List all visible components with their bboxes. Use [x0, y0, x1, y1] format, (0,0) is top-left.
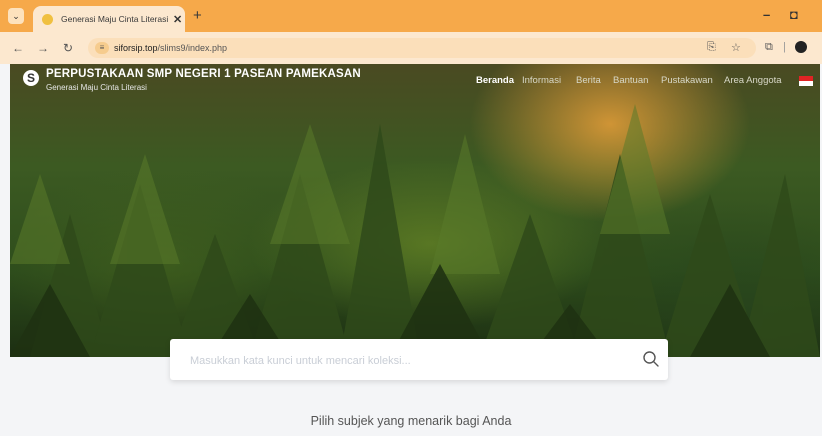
maximize-icon[interactable]: ◘	[790, 7, 798, 22]
flag-white-stripe	[799, 81, 813, 86]
nav-pustakawan[interactable]: Pustakawan	[661, 75, 713, 86]
reload-icon[interactable]: ↻	[63, 41, 73, 55]
translate-icon[interactable]: ⎘	[707, 41, 716, 54]
site-name[interactable]: PERPUSTAKAAN SMP NEGERI 1 PASEAN PAMEKAS…	[46, 68, 361, 80]
extensions-icon[interactable]: ⧉	[765, 41, 773, 54]
forward-icon[interactable]: →	[37, 41, 49, 55]
site-logo-icon[interactable]: S	[23, 70, 39, 86]
back-icon[interactable]: ←	[12, 41, 24, 55]
site-tagline: Generasi Maju Cinta Literasi	[46, 83, 147, 92]
new-tab-icon[interactable]: +	[193, 7, 202, 24]
nav-beranda[interactable]: Beranda	[476, 75, 514, 86]
nav-informasi[interactable]: Informasi	[522, 75, 561, 86]
forest-illustration	[10, 104, 820, 357]
nav-berita[interactable]: Berita	[576, 75, 601, 86]
language-flag-icon[interactable]	[799, 76, 813, 86]
url-text[interactable]: siforsip.top/slims9/index.php	[114, 43, 227, 53]
search-input[interactable]	[188, 350, 622, 372]
tab-favicon-icon	[42, 13, 53, 25]
profile-avatar[interactable]	[795, 41, 807, 53]
nav-bantuan[interactable]: Bantuan	[613, 75, 648, 86]
search-icon[interactable]	[642, 350, 660, 368]
bookmark-star-icon[interactable]: ☆	[731, 41, 741, 54]
search-box	[170, 339, 668, 380]
browser-tab[interactable]: Generasi Maju Cinta Literasi | P ✕	[33, 6, 185, 32]
url-path: /slims9/index.php	[157, 43, 228, 53]
tab-search-icon[interactable]: ⌄	[8, 8, 24, 24]
site-info-icon[interactable]: ≡	[95, 42, 109, 54]
minimize-icon[interactable]: –	[763, 7, 770, 22]
tab-close-icon[interactable]: ✕	[173, 13, 182, 26]
section-subtitle: Pilih subjek yang menarik bagi Anda	[310, 414, 512, 428]
toolbar-divider: |	[783, 41, 786, 53]
tab-title: Generasi Maju Cinta Literasi | P	[61, 14, 169, 24]
hero-banner: S PERPUSTAKAAN SMP NEGERI 1 PASEAN PAMEK…	[10, 64, 820, 357]
url-domain: siforsip.top	[114, 43, 158, 53]
nav-area-anggota[interactable]: Area Anggota	[724, 75, 782, 86]
